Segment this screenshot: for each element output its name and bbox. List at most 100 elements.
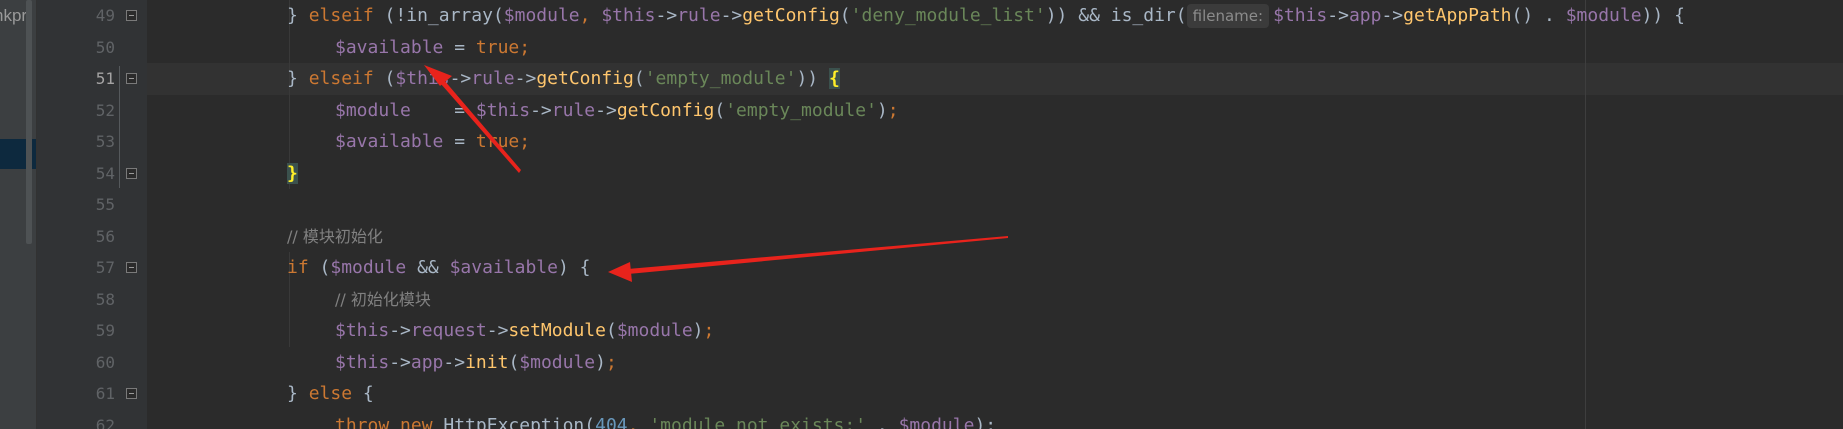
right-margin-guide: [1585, 0, 1586, 429]
token: (: [1175, 5, 1187, 26]
token-keyword: true: [475, 36, 520, 58]
code-line-58[interactable]: // 初始化模块: [335, 284, 431, 316]
fold-marker-icon[interactable]: [126, 73, 137, 84]
token-variable: $this: [1273, 5, 1328, 26]
token: ->: [449, 68, 472, 89]
token-comment: // 模块初始化: [287, 226, 383, 246]
token: ;: [703, 320, 715, 341]
token: ->: [1327, 5, 1349, 26]
code-line-49[interactable]: } elseif (!in_array($module, $this->rule…: [287, 0, 1685, 32]
code-line-57[interactable]: if ($module && $available) {: [287, 252, 590, 284]
line-number: 55: [95, 195, 115, 214]
fold-marker-icon[interactable]: [126, 262, 137, 273]
token-string: 'deny_module_list': [850, 5, 1046, 26]
code-editor[interactable]: nkpr 49 50 51 52 53 54 55 56 57 58 59 60…: [0, 0, 1843, 429]
token: ->: [720, 5, 743, 26]
token: ;: [519, 36, 531, 58]
project-panel-scrollbar[interactable]: [26, 0, 32, 244]
token-variable: $module: [519, 351, 596, 373]
token-variable: $available: [449, 257, 558, 278]
token: &&: [406, 257, 450, 278]
line-number: 61: [95, 384, 115, 403]
token: ->: [655, 5, 678, 26]
fold-range-line: [119, 66, 120, 188]
token-variable: $this: [601, 5, 656, 26]
token: (: [839, 5, 851, 26]
token: =: [443, 36, 476, 58]
token-variable: $this: [335, 320, 390, 341]
token: (: [605, 320, 617, 341]
fold-marker-icon[interactable]: [126, 388, 137, 399]
code-line-51[interactable]: } elseif ($this->rule->getConfig('empty_…: [287, 63, 840, 95]
token: ;: [519, 131, 531, 152]
token-keyword: elseif: [308, 5, 374, 26]
code-line-61[interactable]: } else {: [287, 378, 374, 410]
token-string: 'empty_module': [725, 99, 877, 121]
token: )): [796, 68, 829, 89]
token-keyword: true: [475, 131, 520, 152]
token: .: [866, 414, 899, 429]
token: HttpException(: [432, 414, 596, 429]
token-variable: $module: [1565, 5, 1642, 26]
token: ->: [514, 68, 537, 89]
line-number: 60: [95, 352, 115, 372]
token-method: getConfig: [616, 99, 715, 121]
token: ->: [389, 351, 411, 373]
token: );: [974, 414, 997, 429]
code-line-62[interactable]: throw new HttpException(404, 'module not…: [335, 410, 996, 429]
token: ->: [443, 351, 466, 373]
token: ): [692, 320, 704, 341]
token: (: [373, 68, 396, 89]
code-line-59[interactable]: $this->request->setModule($module);: [335, 315, 714, 347]
line-number: 50: [95, 37, 115, 57]
token-variable: $module: [898, 414, 975, 429]
editor-gutter[interactable]: 49 50 51 52 53 54 55 56 57 58 59 60 61 6…: [37, 0, 147, 429]
token: (: [308, 257, 331, 278]
fold-marker-icon[interactable]: [126, 168, 137, 179]
token-property: app: [410, 351, 444, 373]
code-area[interactable]: } elseif (!in_array($module, $this->rule…: [147, 0, 1843, 429]
line-number: 56: [95, 226, 115, 246]
matched-brace: {: [828, 68, 840, 89]
line-number: 52: [95, 100, 115, 120]
line-number: 59: [95, 321, 115, 340]
code-line-54[interactable]: }: [287, 158, 298, 190]
token-variable: $available: [335, 36, 444, 58]
token-method: setModule: [508, 320, 606, 341]
code-line-60[interactable]: $this->app->init($module);: [335, 347, 617, 379]
line-number: 53: [95, 132, 115, 151]
line-number: 49: [95, 6, 115, 25]
token-comment: // 初始化模块: [335, 289, 431, 309]
code-line-52[interactable]: $module = $this->rule->getConfig('empty_…: [335, 95, 899, 127]
line-number: 57: [95, 258, 115, 277]
matched-brace: }: [287, 162, 298, 184]
token-variable: $module: [616, 320, 693, 341]
token: =: [410, 99, 476, 121]
token-function: in_array: [406, 5, 493, 26]
token: }: [287, 383, 309, 404]
code-line-53[interactable]: $available = true;: [335, 126, 530, 158]
token-variable: $available: [335, 131, 444, 152]
fold-marker-icon[interactable]: [126, 10, 137, 21]
token-variable: $module: [503, 5, 580, 26]
token: ->: [486, 320, 509, 341]
token: ) {: [557, 257, 591, 278]
token: (!: [373, 5, 407, 26]
token: (: [492, 5, 504, 26]
line-number: 54: [95, 163, 115, 183]
token: (: [508, 351, 520, 373]
project-panel-edge[interactable]: nkpr: [0, 0, 37, 429]
token-string: 'empty_module': [644, 68, 797, 89]
token-keyword: if: [287, 257, 309, 278]
token: ;: [605, 351, 617, 373]
token-keyword: throw: [335, 414, 390, 429]
code-line-50[interactable]: $available = true;: [335, 32, 530, 64]
code-line-56[interactable]: // 模块初始化: [287, 221, 383, 253]
token-function: is_dir: [1110, 5, 1176, 26]
token-method: getConfig: [536, 68, 634, 89]
token: ): [595, 351, 606, 373]
token: )) {: [1641, 5, 1685, 26]
token: () .: [1511, 5, 1566, 26]
token: (: [633, 68, 645, 89]
token: (: [714, 99, 726, 121]
